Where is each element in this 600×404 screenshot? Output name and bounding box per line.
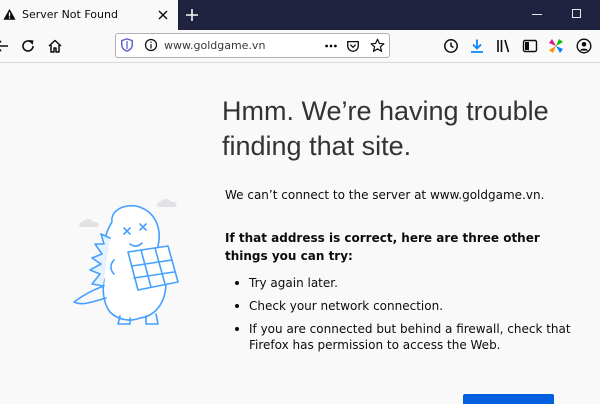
tab-strip: Server Not Found [0,0,600,30]
suggestions-heading: If that address is correct, here are thr… [225,231,540,263]
suggestions-list: Try again later. Check your network conn… [225,275,575,360]
library-icon[interactable] [496,38,512,54]
error-description: We can’t connect to the server at www.go… [225,188,545,202]
list-item: Try again later. [225,275,575,291]
bullet-icon [235,304,239,308]
error-title: Hmm. We’re having trouble finding that s… [222,96,549,161]
bookmark-star-icon[interactable] [370,38,385,53]
bullet-icon [235,281,239,285]
try-again-button[interactable] [463,394,554,404]
bullet-icon [235,327,239,331]
suggestion-text: Try again later. [249,276,338,290]
address-bar[interactable]: www.goldgame.vn [115,33,390,58]
extension-icon[interactable] [548,38,564,54]
back-arrow-icon[interactable] [0,38,10,54]
navigation-toolbar: www.goldgame.vn [0,30,600,63]
list-item: Check your network connection. [225,298,575,314]
confused-dinosaur-illustration [73,199,179,325]
plus-icon[interactable] [184,7,200,23]
minimize-icon[interactable] [532,14,542,15]
download-icon[interactable] [469,38,485,54]
reload-icon[interactable] [20,38,36,54]
history-clock-icon[interactable] [443,38,459,54]
url-text: www.goldgame.vn [164,39,266,52]
account-icon[interactable] [576,38,592,54]
home-icon[interactable] [47,38,63,54]
maximize-icon[interactable] [572,9,581,18]
tab-title: Server Not Found [22,8,118,21]
warning-icon [3,8,16,20]
suggestion-text: Check your network connection. [249,299,444,313]
list-item: If you are connected but behind a firewa… [225,321,575,353]
sidebar-icon[interactable] [522,38,538,54]
pocket-icon[interactable] [346,39,360,53]
close-icon[interactable] [157,9,169,21]
info-icon[interactable] [144,38,158,52]
more-dots-icon[interactable] [324,39,338,53]
tab-server-not-found[interactable]: Server Not Found [0,0,178,30]
suggestion-text: If you are connected but behind a firewa… [249,322,571,352]
tracking-protection-shield-icon[interactable] [120,38,134,52]
